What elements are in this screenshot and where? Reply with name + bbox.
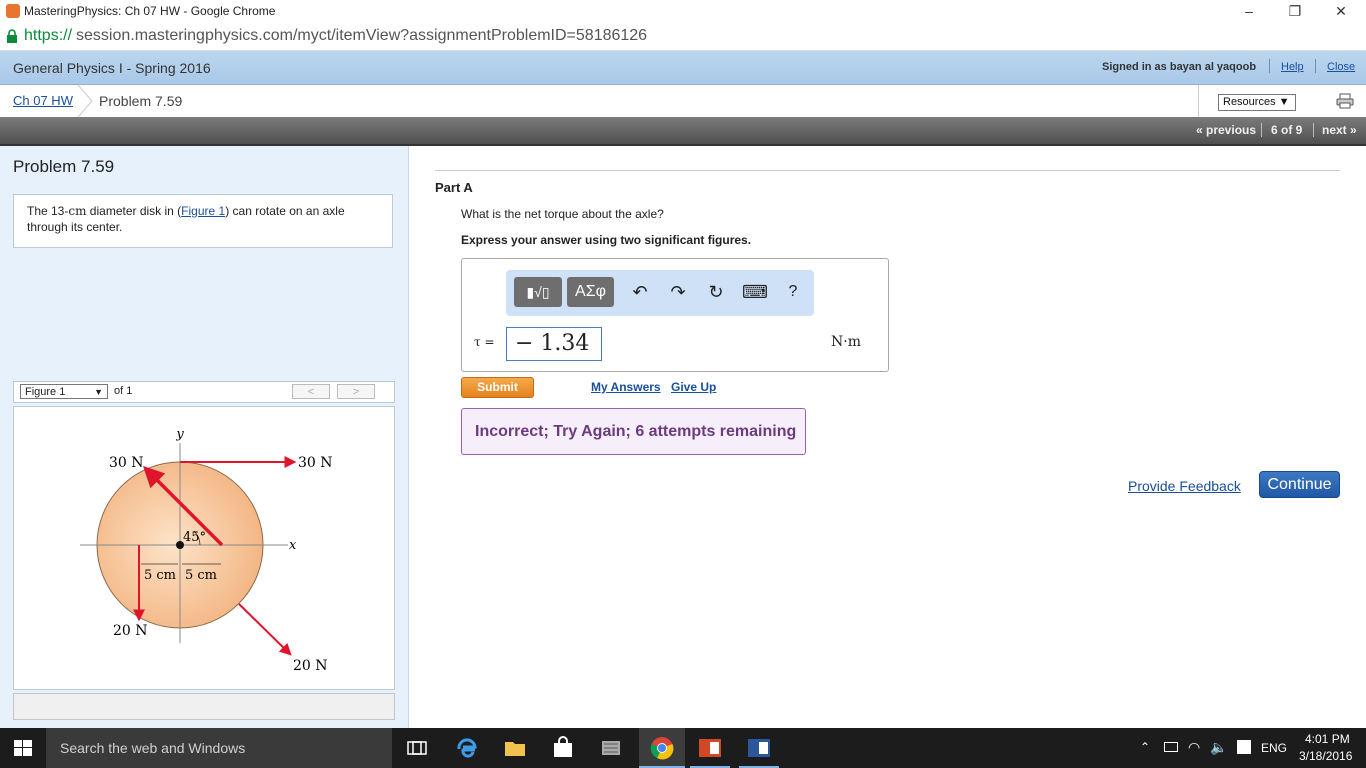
divider	[1315, 59, 1316, 73]
units-label: N·m	[831, 334, 861, 350]
store-icon[interactable]	[551, 736, 575, 760]
item-position: 6 of 9	[1271, 123, 1303, 137]
divider	[1313, 123, 1314, 137]
statement-text: The 13-	[27, 204, 69, 218]
distance-label-right: 5 cm	[185, 568, 217, 583]
mastering-favicon-icon	[6, 4, 20, 18]
submit-button[interactable]: Submit	[461, 377, 534, 398]
figure-count: of 1	[114, 385, 133, 397]
address-bar[interactable]: https:// session.masteringphysics.com/my…	[0, 24, 1366, 51]
part-label: Part A	[435, 180, 473, 195]
previous-link[interactable]: « previous	[1196, 123, 1256, 137]
divider	[1198, 85, 1199, 117]
browser-title-bar: MasteringPhysics: Ch 07 HW - Google Chro…	[0, 0, 1366, 24]
problem-title: Problem 7.59	[13, 157, 115, 176]
figure-select[interactable]: Figure 1 ▼	[20, 384, 108, 399]
url-scheme: https://	[24, 27, 73, 44]
figure-link[interactable]: Figure 1	[181, 204, 225, 218]
figure-toolbar: Figure 1 ▼ of 1 < >	[13, 381, 395, 403]
templates-button[interactable]: ▮√▯	[514, 277, 562, 307]
file-explorer-icon[interactable]	[503, 736, 527, 760]
answer-box: ▮√▯ ΑΣφ ↶ ↷ ↻ ⌨ ? τ = − 1.34 N·m	[461, 258, 889, 372]
continue-button[interactable]: Continue	[1259, 471, 1340, 498]
signed-in-text: Signed in as bayan al yaqoob	[1102, 61, 1257, 73]
variable-label: τ =	[474, 335, 495, 349]
force-label-top-right: 30 N	[298, 455, 333, 471]
force-label-bottom-right: 20 N	[293, 658, 328, 674]
figure-prev-button[interactable]: <	[292, 384, 330, 399]
language-indicator[interactable]: ENG	[1261, 741, 1287, 755]
force-label-bottom-left: 20 N	[113, 623, 148, 639]
chrome-icon[interactable]	[650, 736, 674, 760]
figure-next-button[interactable]: >	[337, 384, 375, 399]
give-up-link[interactable]: Give Up	[671, 380, 716, 394]
figure-image: y x 30 N 30 N 20 N 20 N 45° 5 cm 5 cm	[13, 406, 395, 690]
chevron-up-icon[interactable]: ⌃	[1140, 740, 1150, 754]
figure-caption-area	[13, 693, 395, 720]
problem-statement: The 13-cm diameter disk in (Figure 1) ca…	[13, 194, 393, 248]
undo-icon[interactable]: ↶	[627, 277, 653, 307]
force-label-top-left: 30 N	[109, 455, 144, 471]
provide-feedback-link[interactable]: Provide Feedback	[1128, 478, 1241, 494]
minimize-button[interactable]: –	[1226, 0, 1272, 24]
powerpoint-icon[interactable]	[698, 736, 722, 760]
windows-taskbar: Search the web and Windows ⌃ ◠ 🔈 ENG 4:0…	[0, 728, 1366, 768]
help-icon[interactable]: ?	[780, 277, 806, 307]
clock-date[interactable]: 3/18/2016	[1299, 749, 1352, 763]
restore-button[interactable]: ❐	[1272, 0, 1318, 24]
reset-icon[interactable]: ↻	[703, 277, 729, 307]
lock-icon	[7, 29, 17, 43]
disk-figure: y x 30 N 30 N 20 N 20 N 45° 5 cm 5 cm	[80, 427, 333, 674]
answer-input[interactable]: − 1.34	[506, 327, 602, 361]
url-text[interactable]: session.masteringphysics.com/myct/itemVi…	[76, 27, 647, 45]
clock-time[interactable]: 4:01 PM	[1305, 732, 1350, 746]
breadcrumb-assignment-link[interactable]: Ch 07 HW	[13, 93, 73, 108]
close-window-button[interactable]: ✕	[1318, 0, 1364, 24]
breadcrumb: Ch 07 HW Problem 7.59 Resources ▼	[0, 85, 1366, 118]
app-icon[interactable]	[599, 736, 623, 760]
wifi-icon[interactable]: ◠	[1188, 739, 1200, 756]
divider	[1261, 123, 1262, 137]
math-toolbar: ▮√▯ ΑΣφ ↶ ↷ ↻ ⌨ ?	[506, 270, 814, 316]
force-arrow-bottom-right	[238, 603, 292, 656]
instruction-text: Express your answer using two significan…	[461, 233, 752, 247]
distance-label-left: 5 cm	[144, 568, 176, 583]
dropdown-arrow-icon: ▼	[94, 387, 103, 397]
windows-start-icon[interactable]	[14, 740, 32, 756]
angle-label: 45°	[183, 530, 206, 545]
question-text: What is the net torque about the axle?	[461, 207, 664, 221]
statement-unit: cm	[68, 204, 87, 218]
problem-panel: Problem 7.59 The 13-cm diameter disk in …	[0, 146, 409, 728]
word-icon[interactable]	[747, 736, 771, 760]
help-link[interactable]: Help	[1281, 61, 1304, 73]
divider	[435, 170, 1340, 171]
course-title: General Physics I - Spring 2016	[13, 60, 211, 76]
divider	[1269, 59, 1270, 73]
item-navigation-bar: « previous 6 of 9 next »	[0, 117, 1366, 146]
keyboard-icon[interactable]: ⌨	[742, 277, 768, 307]
resources-dropdown[interactable]: Resources ▼	[1218, 94, 1296, 111]
volume-icon[interactable]: 🔈	[1210, 739, 1227, 756]
course-header: General Physics I - Spring 2016 Signed i…	[0, 51, 1366, 85]
battery-icon[interactable]	[1164, 742, 1178, 752]
printer-icon[interactable]	[1336, 93, 1354, 109]
symbols-button[interactable]: ΑΣφ	[567, 277, 614, 307]
edge-browser-icon[interactable]	[455, 736, 479, 760]
feedback-message: Incorrect; Try Again; 6 attempts remaini…	[461, 408, 806, 455]
my-answers-link[interactable]: My Answers	[591, 380, 661, 394]
y-axis-label: y	[175, 427, 184, 442]
action-center-icon[interactable]	[1237, 740, 1251, 754]
task-view-icon[interactable]	[405, 736, 429, 760]
statement-text: diameter disk in (	[86, 204, 182, 218]
breadcrumb-chevron-icon	[77, 85, 93, 117]
taskbar-search-placeholder: Search the web and Windows	[60, 740, 246, 756]
window-title: MasteringPhysics: Ch 07 HW - Google Chro…	[24, 4, 276, 18]
close-link[interactable]: Close	[1327, 61, 1355, 73]
answer-panel: Part A What is the net torque about the …	[409, 146, 1366, 728]
figure-select-value: Figure 1	[25, 386, 66, 398]
next-link[interactable]: next »	[1322, 123, 1357, 137]
redo-icon[interactable]: ↷	[665, 277, 691, 307]
breadcrumb-problem: Problem 7.59	[99, 93, 183, 109]
x-axis-label: x	[289, 538, 297, 553]
